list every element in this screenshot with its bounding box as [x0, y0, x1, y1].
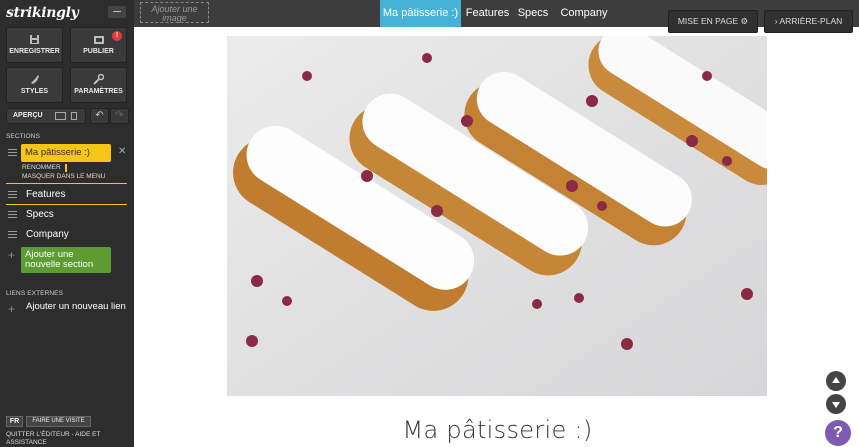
- undo-icon: ↶: [95, 110, 104, 121]
- section-item-active[interactable]: Ma pâtisserie :): [21, 144, 111, 162]
- text-caret: [65, 164, 67, 172]
- drag-handle-icon[interactable]: [8, 211, 17, 218]
- save-button[interactable]: ENREGISTRER: [6, 27, 63, 63]
- help-button[interactable]: ?: [825, 420, 851, 446]
- styles-label: STYLES: [20, 88, 49, 95]
- publish-alert-badge: !: [112, 31, 122, 41]
- section-divider: [6, 204, 127, 205]
- eclairs-photo: [227, 36, 767, 396]
- publish-label: PUBLIER: [83, 48, 114, 55]
- section-item-features[interactable]: Features: [26, 189, 65, 200]
- redo-icon: ↷: [115, 110, 124, 121]
- sections-heading: SECTIONS: [6, 133, 41, 140]
- section-divider: [6, 183, 127, 184]
- settings-label: PARAMÈTRES: [74, 88, 123, 95]
- logo-row: strikingly: [6, 4, 130, 22]
- layout-button[interactable]: MISE EN PAGE ⚙: [668, 10, 758, 33]
- nav-item-home[interactable]: Ma pâtisserie :): [380, 0, 461, 27]
- section-up-icon[interactable]: [826, 371, 846, 391]
- background-button[interactable]: › ARRIÈRE-PLAN: [764, 10, 853, 33]
- language-selector[interactable]: FR: [6, 416, 23, 427]
- mobile-icon[interactable]: [71, 112, 77, 120]
- hero-image[interactable]: [227, 36, 767, 396]
- publish-button[interactable]: ! PUBLIER: [70, 27, 127, 63]
- nav-item-features[interactable]: Features: [465, 0, 510, 27]
- nav-item-company[interactable]: Company: [558, 0, 610, 27]
- drag-handle-icon[interactable]: [8, 191, 17, 198]
- hide-in-menu-option[interactable]: MASQUER DANS LE MENU: [22, 173, 105, 180]
- section-down-icon[interactable]: [826, 394, 846, 414]
- section-item-specs[interactable]: Specs: [26, 209, 54, 220]
- page-title[interactable]: Ma pâtisserie :): [360, 416, 635, 444]
- drag-handle-icon[interactable]: [8, 231, 17, 238]
- external-links-heading: LIENS EXTERNES: [6, 290, 64, 297]
- preview-toolbar: APERÇU ↶ ↷: [6, 108, 129, 124]
- collapse-sidebar-button[interactable]: [108, 6, 126, 18]
- redo-button[interactable]: ↷: [110, 108, 129, 124]
- strikingly-logo[interactable]: strikingly: [6, 5, 79, 21]
- settings-button[interactable]: PARAMÈTRES: [70, 67, 127, 103]
- publish-icon: [93, 34, 105, 45]
- tour-button[interactable]: FAIRE UNE VISITE: [26, 416, 91, 427]
- preview-button[interactable]: APERÇU: [6, 108, 86, 124]
- plus-icon: +: [8, 302, 16, 316]
- preview-label: APERÇU: [13, 112, 43, 119]
- add-image-placeholder[interactable]: Ajouter une image: [140, 2, 209, 23]
- quit-editor-link[interactable]: QUITTER L'ÉDITEUR - AIDE ET ASSISTANCE: [6, 431, 116, 447]
- close-icon[interactable]: ✕: [118, 146, 126, 157]
- save-label: ENREGISTRER: [9, 48, 60, 55]
- nav-item-specs[interactable]: Specs: [516, 0, 550, 27]
- plus-icon: +: [8, 248, 16, 262]
- section-item-company[interactable]: Company: [26, 229, 69, 240]
- add-link-button[interactable]: Ajouter un nouveau lien: [26, 302, 126, 312]
- desktop-icon[interactable]: [55, 112, 66, 120]
- wrench-icon: [93, 73, 105, 85]
- rename-option[interactable]: RENOMMER: [22, 164, 61, 171]
- save-icon: [29, 34, 41, 45]
- brush-icon: [29, 74, 41, 85]
- undo-button[interactable]: ↶: [90, 108, 109, 124]
- editor-sidebar: strikingly ENREGISTRER ! PUBLIER STYLES …: [0, 0, 134, 447]
- add-section-button[interactable]: Ajouter une nouvelle section: [21, 247, 111, 273]
- styles-button[interactable]: STYLES: [6, 67, 63, 103]
- drag-handle-icon[interactable]: [8, 149, 17, 156]
